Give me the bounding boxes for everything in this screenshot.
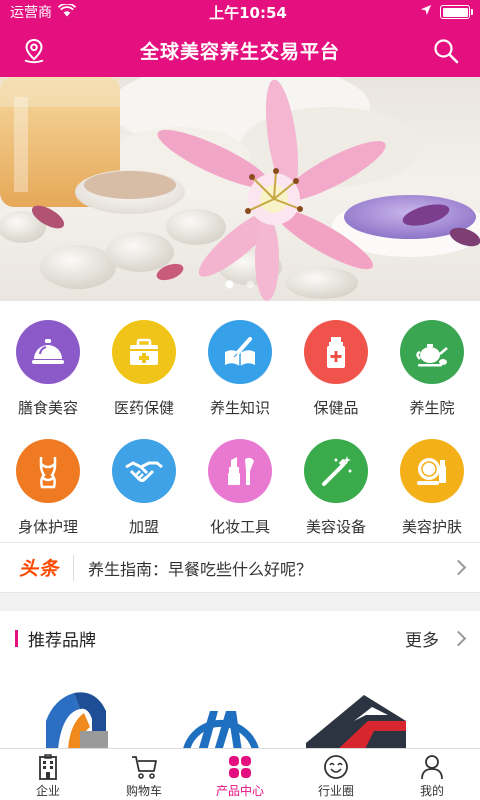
category-beauty-skincare[interactable]: 美容护肤 [384,439,480,537]
category-label: 美容护肤 [401,518,462,536]
category-grid: 膳食美容 医药保健 养生知识 保健品 养生院 身体护理 加盟 化妆工具 美容设备… [0,301,480,542]
page-title: 全球美容养生交易平台 [139,41,340,63]
tab-mine[interactable]: 我的 [384,749,480,800]
tab-label: 行业圈 [317,784,354,798]
grid-petals-icon [225,753,255,781]
teapot-icon [416,344,448,367]
body-icon [39,457,57,489]
tab-label: 我的 [419,784,444,798]
brand-logo[interactable] [306,681,416,748]
category-diet-beauty[interactable]: 膳食美容 [0,320,96,418]
category-beauty-equipment[interactable]: 美容设备 [288,439,384,537]
category-label: 保健品 [313,399,359,417]
wifi-icon [57,2,77,21]
tab-enterprise[interactable]: 企业 [0,749,96,800]
headline-text[interactable]: 养生指南：早餐吃些什么好呢？ [88,556,453,580]
category-icon-bg [208,439,272,503]
headline-tag: 头条 [19,558,60,580]
category-makeup-tools[interactable]: 化妆工具 [192,439,288,537]
banner-carousel[interactable] [0,77,480,301]
magic-wand-icon [322,456,352,486]
category-icon-bg [112,439,176,503]
location-pin-icon[interactable] [19,36,49,66]
category-wellness-center[interactable]: 养生院 [384,320,480,418]
building-icon [33,753,63,781]
user-icon [417,753,447,781]
tab-cart[interactable]: 购物车 [96,749,192,800]
category-label: 身体护理 [17,518,78,536]
category-icon-bg [16,320,80,384]
brands-header: 推荐品牌 更多 [0,611,480,665]
medical-kit-icon [130,338,158,365]
nav-bar: 全球美容养生交易平台 [0,24,480,77]
headline-divider [73,554,75,581]
chevron-right-icon [450,559,467,576]
banner-image [0,77,480,301]
status-right [420,4,473,20]
battery-icon [440,5,473,19]
category-label: 美容设备 [305,518,366,536]
smiley-icon [321,753,351,781]
compact-lipstick-icon [417,458,446,485]
category-icon-bg [16,439,80,503]
section-accent-bar [15,629,18,647]
cart-icon [129,753,159,781]
category-label: 加盟 [128,518,159,536]
status-time: 上午10:54 [209,3,287,22]
category-icon-bg [208,320,272,384]
carousel-dot[interactable] [225,280,234,289]
tab-label: 购物车 [125,784,162,798]
tab-industry-circle[interactable]: 行业圈 [288,749,384,800]
category-label: 养生院 [409,399,455,417]
tab-label: 产品中心 [215,784,264,798]
category-franchise[interactable]: 加盟 [96,439,192,537]
handshake-icon [125,461,163,482]
book-pen-icon [225,337,255,366]
category-label: 化妆工具 [209,518,270,536]
status-bar: 运营商 上午10:54 [0,0,480,24]
category-label: 养生知识 [209,399,270,417]
tab-product-center[interactable]: 产品中心 [192,749,288,800]
brand-logo[interactable] [180,681,262,748]
location-arrow-icon [420,4,432,20]
category-body-care[interactable]: 身体护理 [0,439,96,537]
brand-logo[interactable] [40,681,112,748]
status-left: 运营商 [10,2,77,22]
top-bar: 运营商 上午10:54 全球美容养生交易平台 [0,0,480,77]
category-icon-bg [400,320,464,384]
food-cloche-icon [32,339,64,364]
chevron-right-icon[interactable] [450,630,467,646]
brands-title: 推荐品牌 [28,630,96,651]
carousel-dots [0,280,480,289]
category-health-products[interactable]: 保健品 [288,320,384,418]
carrier-name: 运营商 [10,5,52,21]
category-icon-bg [304,439,368,503]
tab-label: 企业 [35,784,60,798]
lipstick-brush-icon [228,457,254,485]
medicine-bottle-icon [327,337,345,368]
recommended-brands: 推荐品牌 更多 [0,611,480,748]
category-label: 医药保健 [113,399,174,417]
category-icon-bg [112,320,176,384]
search-icon[interactable] [431,36,461,66]
category-label: 膳食美容 [17,399,78,417]
category-icon-bg [400,439,464,503]
category-health-knowledge[interactable]: 养生知识 [192,320,288,418]
bottom-tab-bar: 企业 购物车 产品中心 行业圈 我的 [0,748,480,800]
carousel-dot[interactable] [246,280,255,289]
headline-news[interactable]: 头条 养生指南：早餐吃些什么好呢？ [0,542,480,593]
brands-more-link[interactable]: 更多 [405,626,439,651]
category-icon-bg [304,320,368,384]
category-medicine-health[interactable]: 医药保健 [96,320,192,418]
